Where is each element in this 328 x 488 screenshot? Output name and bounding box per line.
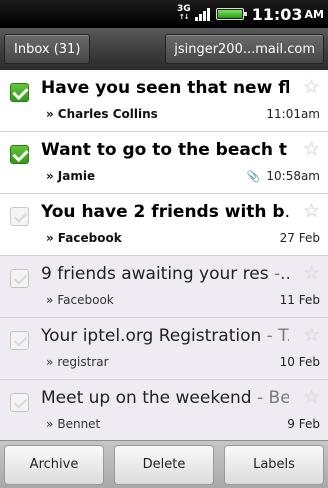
message-checkbox[interactable] (10, 207, 29, 226)
message-subject-line: 9 friends awaiting your res -... (41, 264, 289, 290)
message-checkbox[interactable] (10, 145, 29, 164)
account-label: jsinger200...mail.com (174, 41, 315, 57)
thread-marker-icon: » (46, 231, 54, 245)
message-snippet: - (268, 264, 281, 284)
message-sender: Facebook (57, 231, 122, 245)
thread-marker-icon: » (46, 293, 54, 307)
message-sender-line: » Facebook (46, 231, 122, 245)
clock-ampm: AM (304, 7, 324, 21)
message-snippet: - Be (251, 388, 289, 408)
message-checkbox[interactable] (10, 269, 29, 288)
signal-strength-icon (194, 7, 210, 21)
message-list: Have you seen that new fl...☆»Charles Co… (0, 70, 328, 440)
message-sender-line: » Facebook (46, 293, 114, 307)
message-date-container: 10 Feb (280, 355, 320, 369)
message-row[interactable]: Have you seen that new fl... ☆ »Charles Co… (0, 70, 328, 132)
message-sender-line: » Charles Collins (46, 107, 158, 121)
message-date-container: 11:01am (266, 107, 320, 121)
message-row[interactable]: Meet up on the weekend - Be... ☆ »Bennet 9 … (0, 380, 328, 440)
message-sender: Bennet (57, 417, 101, 431)
message-checkbox[interactable] (10, 393, 29, 412)
star-icon[interactable]: ☆ (303, 76, 320, 98)
message-date-container: 27 Feb (280, 231, 320, 245)
message-sender-line: » Jamie (46, 169, 95, 183)
message-sender-line: » registrar (46, 355, 109, 369)
message-sender: registrar (57, 355, 109, 369)
status-bar: 3G ↑↓ 11:03 AM (0, 0, 328, 28)
message-date: 27 Feb (279, 231, 320, 245)
star-icon[interactable]: ☆ (303, 262, 320, 284)
star-icon[interactable]: ☆ (303, 200, 320, 222)
mail-header-bar: Inbox (31) jsinger200...mail.com (0, 28, 328, 70)
message-sender: Charles Collins (57, 107, 158, 121)
labels-button[interactable]: Labels (224, 444, 324, 485)
message-date: 11:01am (266, 107, 320, 121)
message-sender-line: » Bennet (46, 417, 100, 431)
inbox-folder-button[interactable]: Inbox (31) (4, 34, 91, 64)
message-subject-line: Want to go to the beach t -... (41, 140, 289, 166)
message-snippet: - (287, 140, 289, 160)
message-date: 10 Feb (279, 355, 320, 369)
message-date: 10:58am (266, 169, 320, 183)
thread-marker-icon: » (46, 107, 54, 121)
thread-marker-icon: » (46, 355, 54, 369)
clock-time: 11:03 (251, 4, 303, 24)
star-icon[interactable]: ☆ (303, 138, 320, 160)
3g-network-icon: 3G ↑↓ (176, 4, 191, 22)
message-snippet: - T (261, 326, 287, 346)
thread-marker-icon: » (46, 417, 54, 431)
message-sender: Jamie (57, 169, 96, 183)
message-row[interactable]: 9 friends awaiting your res -... ☆ »Facebo… (0, 256, 328, 318)
message-date-container: 📎 10:58am (247, 169, 320, 183)
message-subject-line: Your iptel.org Registration - T... (41, 326, 289, 352)
truncation-ellipsis: ... (287, 326, 289, 346)
message-date-container: 11 Feb (280, 293, 320, 307)
delete-button[interactable]: Delete (114, 444, 214, 485)
message-row[interactable]: You have 2 friends with b... ☆ »Facebook 27… (0, 194, 328, 256)
truncation-ellipsis: ... (280, 264, 289, 284)
archive-button[interactable]: Archive (4, 444, 104, 485)
message-checkbox[interactable] (10, 331, 29, 350)
truncation-ellipsis: ... (285, 202, 289, 222)
message-subject: Meet up on the weekend (41, 388, 252, 408)
message-subject: Have you seen that new fl (41, 78, 289, 98)
message-checkbox[interactable] (10, 83, 29, 102)
message-row[interactable]: Want to go to the beach t -... ☆ »Jamie 📎 10… (0, 132, 328, 194)
message-subject-line: You have 2 friends with b... (41, 202, 289, 228)
message-subject: You have 2 friends with b (41, 202, 285, 222)
message-sender: Facebook (57, 293, 114, 307)
star-icon[interactable]: ☆ (303, 324, 320, 346)
message-subject: Want to go to the beach t (41, 140, 288, 160)
thread-marker-icon: » (46, 169, 54, 183)
bulk-action-bar: Archive Delete Labels (0, 440, 328, 488)
inbox-label: Inbox (31) (14, 41, 81, 57)
message-row[interactable]: Your iptel.org Registration - T... ☆ »regi… (0, 318, 328, 380)
message-subject-line: Have you seen that new fl... (41, 78, 289, 104)
message-subject-line: Meet up on the weekend - Be... (41, 388, 289, 414)
battery-icon (215, 8, 247, 20)
message-date-container: 9 Feb (287, 417, 320, 431)
message-subject: 9 friends awaiting your res (41, 264, 269, 284)
account-switcher-button[interactable]: jsinger200...mail.com (165, 34, 324, 64)
star-icon[interactable]: ☆ (303, 386, 320, 408)
message-date: 11 Feb (279, 293, 320, 307)
message-date: 9 Feb (287, 417, 320, 431)
paperclip-icon: 📎 (246, 170, 261, 183)
message-subject: Your iptel.org Registration (41, 326, 262, 346)
